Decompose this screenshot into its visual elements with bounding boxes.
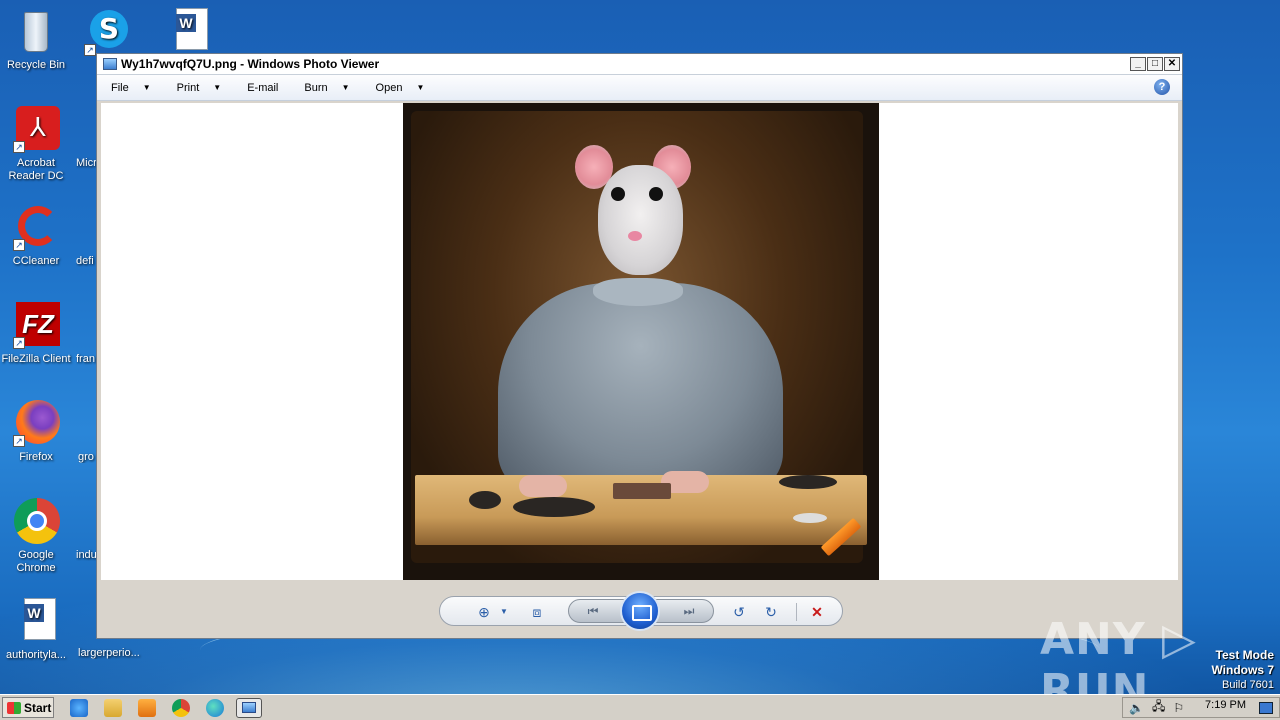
toolbar-divider (796, 603, 797, 621)
desktop-icon-ccleaner[interactable]: ↗ CCleaner (0, 204, 72, 268)
filezilla-icon: FZ ↗ (12, 302, 60, 350)
desktop-icon-label: Recycle Bin (6, 59, 66, 71)
desktop-icon-recycle-bin[interactable]: Recycle Bin (0, 8, 72, 72)
start-button[interactable]: Start (2, 697, 54, 718)
painting-mouse (793, 513, 827, 523)
slideshow-button[interactable] (620, 591, 660, 631)
chrome-icon (12, 498, 60, 546)
delete-icon[interactable]: ✕ (806, 602, 828, 622)
rotate-counterclockwise-icon[interactable]: ↺ (728, 602, 750, 622)
media-player-icon[interactable] (138, 699, 156, 717)
desktop-icon-label: FileZilla Client (1, 353, 71, 365)
desktop-label-cut[interactable]: indu (76, 549, 98, 561)
ccleaner-icon: ↗ (12, 204, 60, 252)
actual-size-icon[interactable]: ⧈ (526, 602, 548, 622)
painting-object (469, 491, 501, 509)
internet-explorer-icon[interactable] (70, 699, 88, 717)
title-bar[interactable]: Wy1h7wvqfQ7U.png - Windows Photo Viewer … (97, 54, 1182, 75)
word-doc-icon: W (162, 6, 210, 54)
painting-rat-nose (628, 231, 642, 241)
viewer-toolbar: ⊕ ▼ ⧈ ⏮ ⏭ ↺ ↻ ✕ (439, 591, 843, 631)
previous-icon[interactable]: ⏮ (583, 601, 603, 621)
desktop-label-cut[interactable]: largerperio... (78, 647, 144, 659)
windows-version-label: Windows 7 (1211, 663, 1274, 677)
menu-open[interactable]: Open ▼ (376, 82, 425, 94)
chevron-down-icon: ▼ (416, 83, 425, 92)
menu-label: File (111, 81, 129, 94)
folder-icon[interactable] (104, 699, 122, 717)
desktop-icon-filezilla[interactable]: FZ ↗ FileZilla Client (0, 302, 72, 366)
desktop-label-cut[interactable]: Micr (76, 157, 98, 169)
menu-burn[interactable]: Burn ▼ (304, 82, 349, 94)
menu-email[interactable]: E-mail (247, 82, 278, 94)
zoom-icon[interactable]: ⊕ (470, 602, 498, 622)
skype-icon: S ↗ (84, 8, 132, 56)
desktop-icon-firefox[interactable]: ↗ Firefox (0, 400, 72, 464)
word-doc-icon: W (12, 598, 60, 646)
windows-flag-icon (7, 701, 21, 714)
desktop-label-cut[interactable]: fran (76, 353, 98, 365)
menu-label: Burn (304, 81, 328, 94)
system-tray: 🔈 🖧 ⚐ (1122, 697, 1280, 718)
chevron-down-icon: ▼ (213, 83, 222, 92)
command-bar: File ▼ Print ▼ E-mail Burn ▼ Open ▼ ? (97, 75, 1182, 101)
painting-object (779, 475, 837, 489)
close-button[interactable]: ✕ (1164, 57, 1180, 71)
network-icon[interactable]: 🖧 (1152, 697, 1165, 718)
acrobat-icon: ⅄ ↗ (12, 106, 60, 154)
action-center-flag-icon[interactable]: ⚐ (1173, 701, 1184, 715)
desktop-icon-chrome[interactable]: Google Chrome (0, 498, 72, 575)
next-icon[interactable]: ⏭ (679, 601, 699, 621)
desktop-icon-word-doc[interactable]: W (150, 6, 222, 57)
chevron-down-icon: ▼ (142, 83, 151, 92)
painting-rat-head (598, 165, 683, 275)
displayed-image-rat-portrait (403, 103, 879, 580)
desktop-icon-skype[interactable]: S ↗ (72, 8, 144, 59)
desktop-icon-label: authorityla... (6, 649, 66, 661)
os-build-info: Test Mode Windows 7 Build 7601 (1211, 648, 1274, 692)
minimize-button[interactable]: _ (1130, 57, 1146, 71)
painting-mousepad (613, 483, 671, 499)
help-icon[interactable]: ? (1154, 79, 1170, 95)
painting-collar (593, 278, 683, 306)
taskbar: Start 🔈 🖧 ⚐ 7:19 PM (0, 694, 1280, 720)
chrome-icon[interactable] (172, 699, 190, 717)
maximize-button[interactable]: □ (1147, 57, 1163, 71)
firefox-icon: ↗ (12, 400, 60, 448)
painting-hand (519, 475, 567, 497)
rotate-clockwise-icon[interactable]: ↻ (760, 602, 782, 622)
desktop-icon-label: CCleaner (12, 255, 60, 267)
desktop-icon-label: Acrobat Reader DC (8, 157, 64, 182)
image-viewport[interactable] (101, 103, 1178, 580)
chevron-down-icon: ▼ (341, 83, 350, 92)
test-mode-label: Test Mode (1215, 648, 1274, 662)
desktop-icon-label: Firefox (19, 451, 53, 463)
show-desktop-icon[interactable] (1259, 702, 1273, 714)
window-title: Wy1h7wvqfQ7U.png - Windows Photo Viewer (121, 57, 380, 71)
menu-print[interactable]: Print ▼ (177, 82, 222, 94)
painting-rat-body (498, 283, 783, 493)
menu-label: E-mail (247, 81, 279, 94)
photo-viewer-icon (103, 58, 117, 70)
desktop-icon-label: Google Chrome (16, 549, 56, 574)
clock[interactable]: 7:19 PM (1205, 699, 1246, 711)
start-label: Start (24, 700, 52, 715)
recycle-bin-icon (12, 8, 60, 56)
photo-viewer-window[interactable]: Wy1h7wvqfQ7U.png - Windows Photo Viewer … (96, 53, 1183, 639)
painting-keyboard (513, 497, 595, 517)
chevron-down-icon[interactable]: ▼ (498, 602, 510, 622)
desktop-icon-authority-doc[interactable]: W authorityla... (0, 598, 72, 662)
desktop-icon-acrobat[interactable]: ⅄ ↗ Acrobat Reader DC (0, 106, 72, 183)
menu-file[interactable]: File ▼ (111, 82, 151, 94)
menu-label: Print (176, 81, 200, 94)
build-number-label: Build 7601 (1222, 679, 1274, 691)
photo-viewer-taskbar-button[interactable] (236, 698, 262, 718)
menu-label: Open (375, 81, 403, 94)
speaker-icon[interactable]: 🔈 (1129, 701, 1144, 715)
painting-rat-eye (649, 187, 663, 201)
edge-icon[interactable] (206, 699, 224, 717)
desktop-label-cut[interactable]: defi (76, 255, 98, 267)
painting-rat-eye (611, 187, 625, 201)
